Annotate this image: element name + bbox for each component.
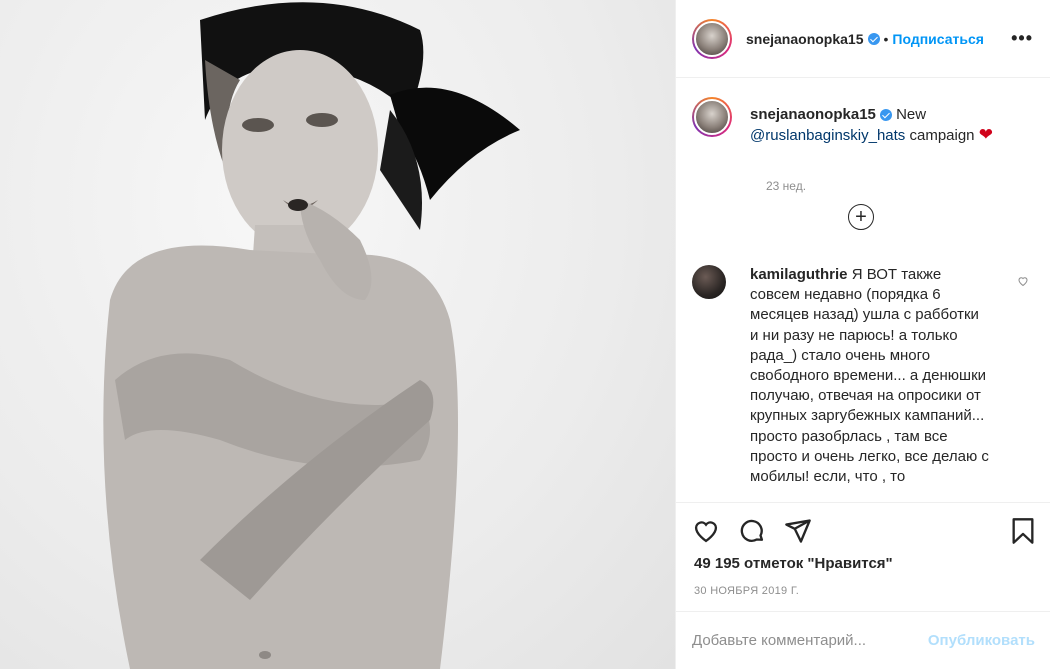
photo-illustration [103,2,520,669]
commenter-username[interactable]: kamilaguthrie [750,266,848,283]
comment-bubble-icon[interactable] [738,517,766,550]
save-bookmark-icon[interactable] [1009,517,1037,550]
commenter-avatar[interactable] [692,265,726,299]
caption-text: snejanaonopka15 New @ruslanbaginskiy_hat… [750,105,1030,146]
caption-timestamp[interactable]: 23 нед. [766,179,806,193]
post-side-panel: snejanaonopka15 • Подписаться ••• snejan… [675,0,1050,669]
separator-dot: • [883,30,889,47]
follow-button[interactable]: Подписаться [892,31,984,47]
like-heart-icon[interactable] [692,517,720,550]
post-actions: 49 195 отметок "Нравится" 30 НОЯБРЯ 2019… [676,502,1050,610]
verified-badge-icon [867,32,880,45]
post-photo[interactable] [0,0,675,669]
caption-text-before: New [896,106,927,123]
comment-body: Я ВОТ также совсем недавно (порядка 6 ме… [750,266,989,486]
heart-emoji-icon: ❤ [978,125,993,144]
likes-count[interactable]: 49 195 отметок "Нравится" [694,555,893,572]
post-header: snejanaonopka15 • Подписаться ••• [676,0,1050,78]
author-avatar[interactable] [692,18,732,59]
share-paper-plane-icon[interactable] [784,517,812,550]
more-options-icon[interactable]: ••• [1011,28,1033,49]
publish-button[interactable]: Опубликовать [928,632,1035,649]
add-comment-bar: Опубликовать [676,611,1050,669]
comment-like-icon[interactable] [1017,275,1029,290]
author-username[interactable]: snejanaonopka15 [746,31,864,47]
caption-avatar[interactable] [692,97,732,137]
load-more-comments-icon[interactable]: + [848,204,874,230]
caption-username[interactable]: snejanaonopka15 [750,106,876,123]
comment-input[interactable] [692,632,928,649]
verified-badge-icon [879,109,892,122]
comments-section[interactable]: snejanaonopka15 New @ruslanbaginskiy_hat… [676,79,1050,501]
comment-text: kamilaguthrie Я ВОТ также совсем недавно… [750,265,990,487]
caption-text-after: campaign [909,127,975,144]
caption-mention-link[interactable]: @ruslanbaginskiy_hats [750,127,905,144]
post-date[interactable]: 30 НОЯБРЯ 2019 Г. [694,585,799,597]
